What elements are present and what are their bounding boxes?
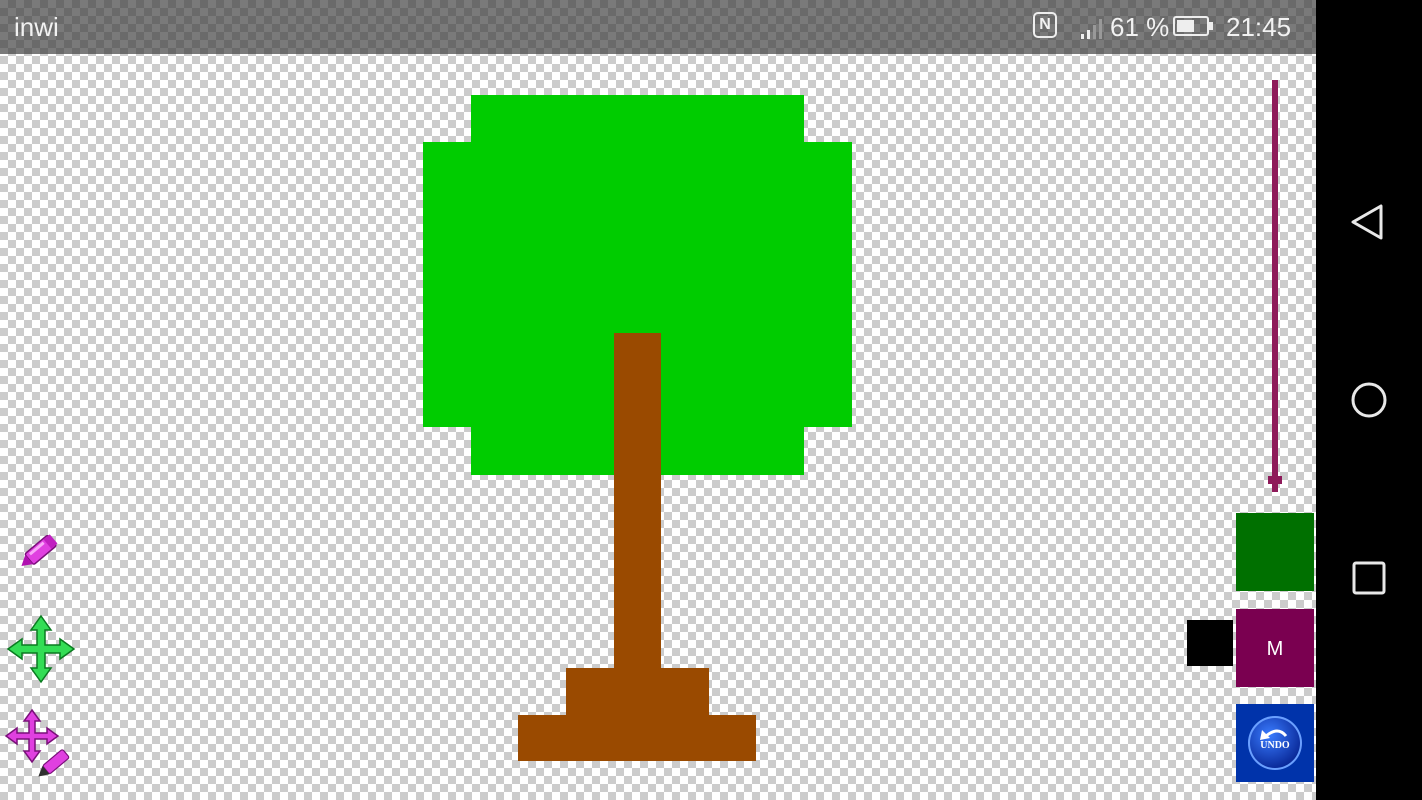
battery-icon [1173, 16, 1209, 36]
move-arrows-icon[interactable] [6, 614, 76, 684]
navigation-bar [1316, 0, 1422, 800]
slider-thumb[interactable] [1268, 476, 1282, 484]
mode-button[interactable]: M [1236, 609, 1314, 687]
primary-color-swatch[interactable] [1236, 513, 1314, 591]
nfc-icon: N [1033, 12, 1057, 38]
clock: 21:45 [1226, 12, 1292, 42]
carrier-name: inwi [14, 12, 59, 42]
undo-icon: UNDO [1248, 716, 1302, 770]
brush-size-slider[interactable] [1272, 80, 1278, 492]
secondary-color-swatch[interactable] [1187, 620, 1233, 666]
recents-square-icon[interactable] [1343, 552, 1395, 604]
undo-button[interactable]: UNDO [1236, 704, 1314, 782]
tree-trunk [614, 333, 661, 668]
status-bar: inwi N 61 % 21:45 [0, 0, 1316, 54]
tree-base-lower [518, 715, 756, 761]
undo-label: UNDO [1260, 740, 1290, 751]
battery-tip [1209, 22, 1213, 30]
tree-leaves-top [471, 95, 804, 142]
back-triangle-icon[interactable] [1343, 196, 1395, 248]
battery-level-fill [1177, 20, 1195, 32]
battery-percent: 61 % [1110, 12, 1170, 42]
marker-pen-icon[interactable] [14, 522, 70, 578]
signal-icon [1081, 19, 1102, 39]
drawing-screen: inwi N 61 % 21:45 M UNDO [0, 0, 1316, 800]
move-draw-icon[interactable] [4, 708, 80, 784]
tree-base-upper [566, 668, 709, 715]
home-circle-icon[interactable] [1343, 374, 1395, 426]
